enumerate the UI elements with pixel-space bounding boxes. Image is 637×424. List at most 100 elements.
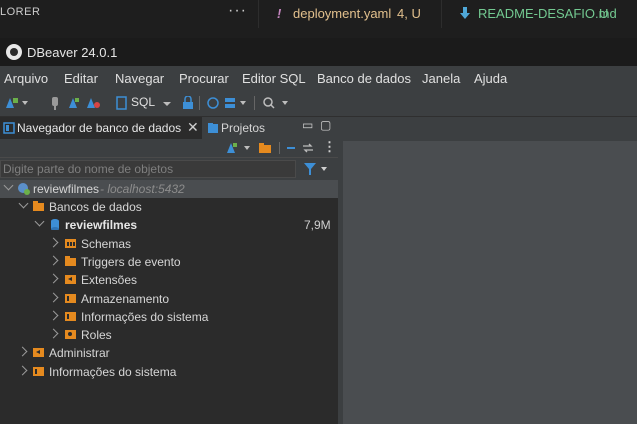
schemas-icon	[65, 239, 76, 248]
tree-item-database[interactable]: reviewfilmes 7,9M	[0, 216, 338, 234]
main-toolbar: SQL	[0, 90, 637, 117]
tree-item-label: Schemas	[81, 237, 132, 251]
plug-icon[interactable]	[50, 96, 60, 110]
yaml-icon: !	[277, 6, 282, 21]
tree-item-label: Triggers de evento	[81, 255, 181, 269]
chevron-right-icon[interactable]	[48, 255, 59, 266]
tab-status: U	[599, 6, 609, 21]
chevron-down-icon[interactable]	[163, 96, 171, 110]
menu-editor-sql[interactable]: Editor SQL	[242, 71, 306, 86]
chevron-right-icon[interactable]	[48, 328, 59, 339]
tree-item-label: Extensões	[81, 273, 138, 287]
chevron-right-icon[interactable]	[48, 292, 59, 303]
tree-item-label: Informações do sistema	[81, 310, 209, 324]
chevron-right-icon[interactable]	[17, 346, 28, 357]
more-actions-button[interactable]: ···	[228, 2, 247, 20]
tree-item-label: Administrar	[49, 346, 110, 360]
navigator-toolbar: ⋮	[0, 139, 338, 157]
search-icon[interactable]	[262, 96, 290, 110]
tree-item-label: Roles	[81, 328, 112, 342]
tree-item-bancos-de-dados[interactable]: Bancos de dados	[0, 198, 338, 216]
close-icon[interactable]: ✕	[187, 119, 199, 136]
sql-editor-icon[interactable]	[116, 96, 128, 110]
tree-item-schemas[interactable]: Schemas	[0, 235, 338, 253]
filter-icon[interactable]	[303, 162, 329, 176]
toolbar-separator	[199, 96, 200, 110]
vscode-tab-bar: LORER ··· ! deployment.yaml 4, U README-…	[0, 0, 637, 29]
projects-icon	[208, 123, 218, 133]
tree-item-triggers[interactable]: Triggers de evento	[0, 253, 338, 271]
database-icon	[51, 219, 59, 230]
database-navigator-panel: Navegador de banco de dados ✕ Projetos ▭…	[0, 117, 338, 424]
editor-empty-area	[343, 141, 637, 424]
minimize-icon[interactable]: ▭	[302, 118, 313, 132]
admin-icon	[33, 348, 44, 357]
menu-ajuda[interactable]: Ajuda	[474, 71, 507, 86]
chevron-down-icon[interactable]	[18, 198, 29, 209]
tree-item-roles[interactable]: Roles	[0, 326, 338, 344]
menu-navegar[interactable]: Navegar	[115, 71, 164, 86]
new-connection-icon[interactable]	[4, 96, 28, 110]
download-arrow-icon	[460, 7, 470, 19]
roles-icon	[65, 330, 76, 339]
filter-input[interactable]	[0, 160, 296, 178]
toolbar-separator	[279, 142, 280, 154]
postgres-connection-icon	[18, 183, 30, 195]
navigator-icon	[3, 122, 15, 134]
tree-item-system-info[interactable]: Informações do sistema	[0, 308, 338, 326]
chevron-right-icon[interactable]	[17, 365, 28, 376]
tab-deployment-yaml[interactable]: ! deployment.yaml 4, U	[258, 0, 441, 28]
explorer-label: LORER	[0, 6, 41, 18]
folder-icon	[33, 201, 44, 211]
tree-item-label: Armazenamento	[81, 292, 170, 306]
chevron-down-icon[interactable]	[3, 180, 14, 191]
tree-item-administrar[interactable]: Administrar	[0, 344, 338, 362]
collapse-all-icon[interactable]	[286, 143, 296, 153]
new-connection-icon[interactable]	[226, 142, 252, 154]
link-with-editor-icon[interactable]	[302, 142, 314, 154]
menu-arquivo[interactable]: Arquivo	[4, 71, 48, 86]
connection-host: - localhost:5432	[100, 182, 185, 196]
tab-filename: deployment.yaml	[293, 6, 392, 21]
panel-tab-bar: Navegador de banco de dados ✕ Projetos ▭…	[0, 117, 338, 139]
window-titlebar: DBeaver 24.0.1	[0, 38, 637, 66]
new-folder-icon[interactable]	[258, 142, 272, 154]
chevron-down-icon[interactable]	[34, 216, 45, 227]
extensions-icon	[65, 275, 76, 284]
tree-item-storage[interactable]: Armazenamento	[0, 290, 338, 308]
tab-readme-desafio[interactable]: README-DESAFIO.md U	[441, 0, 637, 28]
tab-status: 4, U	[397, 6, 421, 21]
menu-janela[interactable]: Janela	[422, 71, 460, 86]
tree-item-label: Informações do sistema	[49, 365, 177, 379]
tab-label: Projetos	[221, 121, 266, 135]
chevron-right-icon[interactable]	[48, 310, 59, 321]
tree-item-system-info-root[interactable]: Informações do sistema	[0, 363, 338, 381]
connect-icon[interactable]	[68, 96, 80, 110]
chevron-right-icon[interactable]	[48, 237, 59, 248]
transaction-mode-icon[interactable]	[224, 96, 248, 110]
info-icon	[33, 367, 44, 376]
tab-label: Navegador de banco de dados	[17, 121, 182, 135]
chevron-right-icon[interactable]	[48, 273, 59, 284]
database-size: 7,9M	[304, 218, 331, 232]
tab-database-navigator[interactable]: Navegador de banco de dados ✕	[0, 117, 202, 139]
view-menu-icon[interactable]: ⋮	[323, 139, 336, 155]
filter-bar	[0, 157, 338, 180]
menu-editar[interactable]: Editar	[64, 71, 98, 86]
tree-item-label: Bancos de dados	[49, 200, 142, 214]
menu-banco-de-dados[interactable]: Banco de dados	[317, 71, 411, 86]
disconnect-icon[interactable]	[86, 96, 100, 110]
storage-icon	[65, 294, 76, 303]
tab-projects[interactable]: Projetos	[204, 117, 284, 139]
tree-item-extensions[interactable]: Extensões	[0, 271, 338, 289]
toolbar-separator	[254, 96, 255, 110]
menu-procurar[interactable]: Procurar	[179, 71, 229, 86]
menu-bar: Arquivo Editar Navegar Procurar Editor S…	[0, 66, 637, 90]
database-name: reviewfilmes	[65, 218, 138, 232]
maximize-icon[interactable]: ▢	[320, 118, 331, 132]
sql-button-label[interactable]: SQL	[131, 95, 155, 109]
tab-filename: README-DESAFIO.md	[478, 6, 617, 21]
tree-item-connection[interactable]: reviewfilmes - localhost:5432	[0, 180, 338, 198]
transaction-icon[interactable]	[207, 96, 219, 110]
lock-icon[interactable]	[182, 96, 194, 110]
